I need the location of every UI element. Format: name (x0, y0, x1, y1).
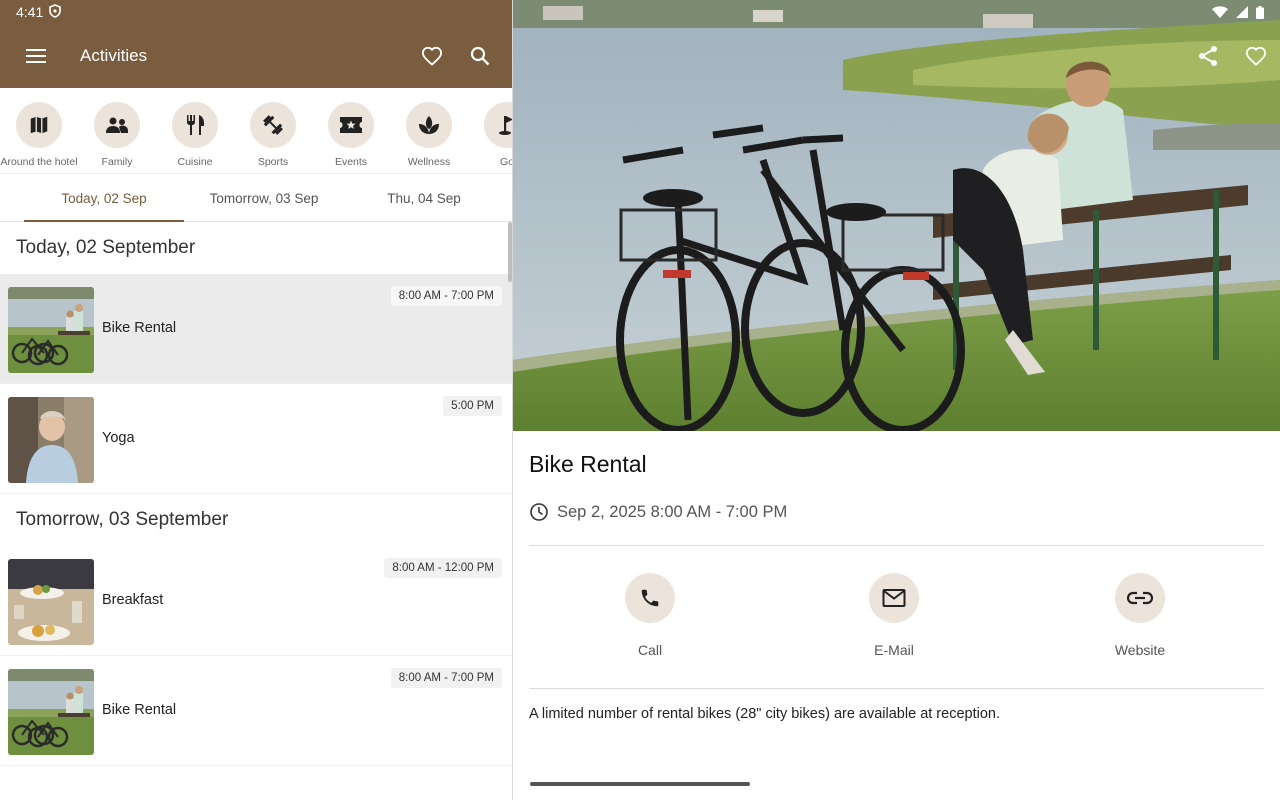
category-events[interactable]: Events (312, 88, 390, 173)
category-label: Cuisine (177, 156, 213, 168)
page-title: Activities (80, 46, 148, 65)
hamburger-menu-icon (26, 49, 46, 63)
phone-icon (625, 573, 675, 623)
category-label: Around the hotel (0, 156, 78, 168)
category-around-the-hotel[interactable]: Around the hotel (0, 88, 78, 173)
app-bar: 4:41 Activities (0, 0, 512, 88)
activity-name: Bike Rental (102, 702, 177, 718)
detail-datetime: Sep 2, 2025 8:00 AM - 7:00 PM (557, 502, 788, 521)
category-family[interactable]: Family (78, 88, 156, 173)
golf-icon (484, 102, 512, 148)
list-item[interactable]: Bike Rental 8:00 AM - 7:00 PM (0, 274, 512, 384)
list-item[interactable]: Yoga 5:00 PM (0, 384, 512, 494)
status-icons (1212, 0, 1264, 24)
website-label: Website (1114, 642, 1166, 658)
call-button[interactable]: Call (600, 573, 700, 658)
call-label: Call (637, 642, 663, 658)
menu-button[interactable] (20, 40, 52, 72)
activity-name: Breakfast (102, 592, 164, 608)
thumbnail-bikes (8, 669, 94, 755)
status-time: 4:41 (16, 4, 44, 20)
favorites-button[interactable] (416, 40, 448, 72)
divider (529, 688, 1264, 689)
search-icon (470, 46, 490, 66)
divider (529, 545, 1264, 546)
category-label: Go (499, 156, 512, 168)
list-item[interactable]: Breakfast 8:00 AM - 12:00 PM (0, 546, 512, 656)
clock-icon (530, 503, 548, 521)
category-label: Family (101, 156, 133, 168)
heart-outline-icon (421, 46, 443, 66)
activity-list: Today, 02 September Bike Rental 8:00 AM … (0, 222, 512, 800)
detail-description: A limited number of rental bikes (28" ci… (529, 706, 1000, 722)
category-label: Sports (257, 156, 289, 168)
category-wellness[interactable]: Wellness (390, 88, 468, 173)
category-cuisine[interactable]: Cuisine (156, 88, 234, 173)
activity-time-badge: 8:00 AM - 12:00 PM (384, 558, 502, 578)
detail-title: Bike Rental (529, 451, 647, 477)
mail-icon (869, 573, 919, 623)
thumbnail-yoga (8, 397, 94, 483)
favorite-button[interactable] (1240, 40, 1272, 72)
email-button[interactable]: E-Mail (844, 573, 944, 658)
email-label: E-Mail (874, 642, 914, 658)
activity-name: Yoga (102, 430, 135, 446)
thumbnail-food (8, 559, 94, 645)
section-heading: Tomorrow, 03 September (0, 494, 512, 546)
detail-datetime-row: Sep 2, 2025 8:00 AM - 7:00 PM (529, 502, 787, 522)
cutlery-icon (172, 102, 218, 148)
category-label: Events (334, 156, 368, 168)
map-icon (16, 102, 62, 148)
gesture-navigation-bar[interactable] (530, 782, 750, 786)
thumbnail-bikes (8, 287, 94, 373)
ticket-icon (328, 102, 374, 148)
category-sports[interactable]: Sports (234, 88, 312, 173)
list-item[interactable]: Bike Rental 8:00 AM - 7:00 PM (0, 656, 512, 766)
category-golf[interactable]: Go (468, 88, 512, 173)
battery-icon (1256, 5, 1264, 19)
link-icon (1115, 573, 1165, 623)
category-filter-bar: Around the hotel Family Cuisine Sports E… (0, 88, 512, 174)
tab-tomorrow[interactable]: Tomorrow, 03 Sep (184, 174, 344, 222)
vpn-shield-icon (49, 3, 62, 21)
activity-time-badge: 8:00 AM - 7:00 PM (390, 668, 502, 688)
heart-outline-icon (1245, 46, 1267, 66)
day-tabs: Today, 02 Sep Tomorrow, 03 Sep Thu, 04 S… (0, 174, 512, 222)
activity-list-pane: 4:41 Activities Around the hotel Family … (0, 0, 512, 800)
tab-thursday[interactable]: Thu, 04 Sep (344, 174, 504, 222)
search-button[interactable] (464, 40, 496, 72)
wifi-icon (1212, 6, 1228, 18)
share-button[interactable] (1192, 40, 1224, 72)
hero-image (513, 0, 1280, 431)
spa-icon (406, 102, 452, 148)
status-bar: 4:41 (16, 0, 62, 24)
website-button[interactable]: Website (1090, 573, 1190, 658)
dumbbell-icon (250, 102, 296, 148)
category-label: Wellness (407, 156, 451, 168)
signal-icon (1236, 6, 1248, 18)
share-icon (1199, 46, 1217, 66)
family-icon (94, 102, 140, 148)
section-heading: Today, 02 September (0, 222, 512, 274)
activity-name: Bike Rental (102, 320, 177, 336)
activity-time-badge: 5:00 PM (443, 396, 502, 416)
activity-detail-pane: Bike Rental Sep 2, 2025 8:00 AM - 7:00 P… (513, 0, 1280, 800)
tab-today[interactable]: Today, 02 Sep (24, 174, 184, 222)
activity-time-badge: 8:00 AM - 7:00 PM (390, 286, 502, 306)
